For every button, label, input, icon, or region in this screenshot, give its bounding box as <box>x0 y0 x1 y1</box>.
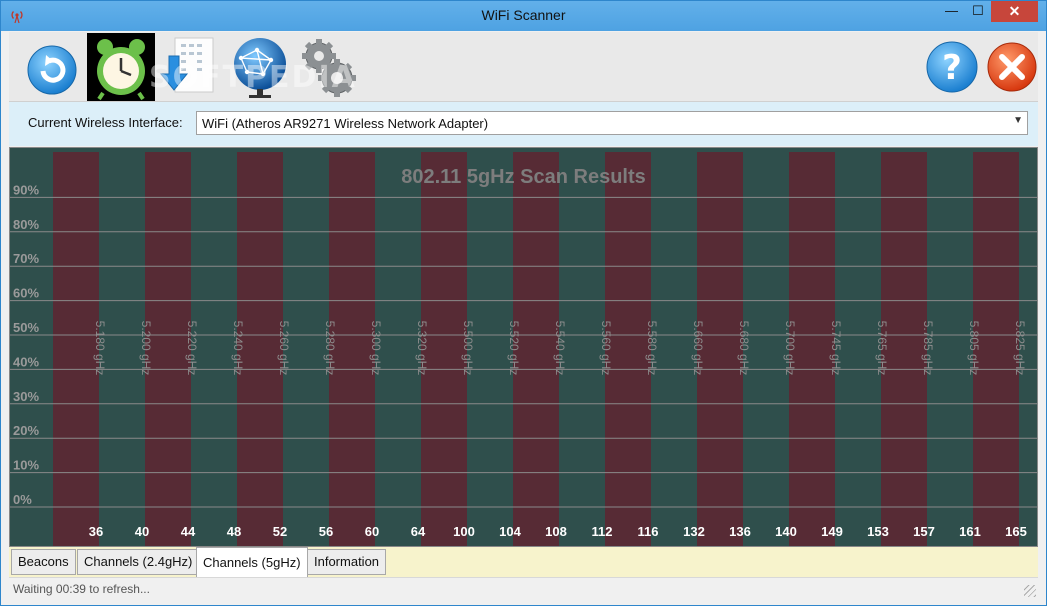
interface-label: Current Wireless Interface: <box>28 115 183 130</box>
tab-information[interactable]: Information <box>307 549 387 575</box>
interface-selected-value: WiFi (Atheros AR9271 Wireless Network Ad… <box>202 116 489 131</box>
frequency-label: 5.805 gHz <box>967 321 981 376</box>
channel-label: 48 <box>227 524 241 539</box>
channel-label: 153 <box>867 524 889 539</box>
y-tick-label: 20% <box>13 423 39 438</box>
frequency-label: 5.660 gHz <box>691 321 705 376</box>
close-icon <box>987 42 1037 92</box>
y-tick-label: 0% <box>13 492 32 507</box>
channel-label: 40 <box>135 524 149 539</box>
channel-label: 165 <box>1005 524 1027 539</box>
title-bar[interactable]: WiFi Scanner — ☐ ✕ <box>1 1 1046 31</box>
frequency-label: 5.560 gHz <box>599 321 613 376</box>
status-bar: Waiting 00:39 to refresh... <box>9 577 1038 599</box>
resize-grip[interactable] <box>1024 585 1036 597</box>
channel-label: 132 <box>683 524 705 539</box>
frequency-label: 5.260 gHz <box>277 321 291 376</box>
channel-label: 44 <box>181 524 196 539</box>
alarm-clock-icon <box>97 39 145 101</box>
frequency-label: 5.300 gHz <box>369 321 383 376</box>
channel-label: 108 <box>545 524 567 539</box>
channel-label: 56 <box>319 524 333 539</box>
refresh-icon <box>27 45 77 95</box>
y-tick-label: 30% <box>13 389 39 404</box>
minimize-button[interactable]: — <box>938 1 965 22</box>
exit-button[interactable] <box>979 34 1045 100</box>
frequency-label: 5.765 gHz <box>875 321 889 376</box>
frequency-label: 5.220 gHz <box>185 321 199 376</box>
chart-svg: 0% 10% 20% 30% 40% 50% 60% 70% 80% 90% 802.11 5gHz… <box>10 148 1037 546</box>
channel-label: 52 <box>273 524 287 539</box>
y-tick-label: 40% <box>13 354 39 369</box>
tab-channels-5ghz[interactable]: Channels (5gHz) <box>196 547 308 577</box>
chart-title: 802.11 5gHz Scan Results <box>401 166 646 188</box>
interface-bar: Current Wireless Interface: WiFi (Athero… <box>9 102 1038 146</box>
channel-label: 157 <box>913 524 935 539</box>
tab-beacons[interactable]: Beacons <box>11 549 76 575</box>
svg-text:?: ? <box>942 48 962 88</box>
scan-chart: 0% 10% 20% 30% 40% 50% 60% 70% 80% 90% 802.11 5gHz… <box>9 147 1038 547</box>
channel-label: 100 <box>453 524 475 539</box>
channel-label: 161 <box>959 524 981 539</box>
help-icon: ? <box>926 41 978 93</box>
channel-label: 140 <box>775 524 797 539</box>
channel-label: 36 <box>89 524 103 539</box>
frequency-label: 5.825 gHz <box>1013 321 1027 376</box>
frequency-label: 5.200 gHz <box>139 321 153 376</box>
watermark-text: SOFTPEDIA <box>149 60 357 95</box>
frequency-label: 5.180 gHz <box>93 321 107 376</box>
channel-label: 64 <box>411 524 426 539</box>
frequency-label: 5.320 gHz <box>415 321 429 376</box>
frequency-label: 5.240 gHz <box>231 321 245 376</box>
frequency-label: 5.280 gHz <box>323 321 337 376</box>
tab-channels-24ghz[interactable]: Channels (2.4gHz) <box>77 549 200 575</box>
frequency-label: 5.785 gHz <box>921 321 935 376</box>
y-tick-label: 60% <box>13 286 39 301</box>
interface-select[interactable]: WiFi (Atheros AR9271 Wireless Network Ad… <box>196 111 1028 135</box>
tab-bar: Beacons Channels (2.4gHz) Channels (5gHz… <box>9 547 1038 577</box>
frequency-label: 5.500 gHz <box>461 321 475 376</box>
close-window-button[interactable]: ✕ <box>991 1 1038 22</box>
channel-label: 136 <box>729 524 751 539</box>
window-title: WiFi Scanner <box>481 7 566 23</box>
frequency-label: 5.700 gHz <box>783 321 797 376</box>
channel-band <box>53 152 99 546</box>
status-text: Waiting 00:39 to refresh... <box>13 582 150 596</box>
app-window: WiFi Scanner — ☐ ✕ SOFTPEDIA ? Current W… <box>0 0 1047 606</box>
channel-label: 112 <box>592 524 613 539</box>
y-tick-label: 80% <box>13 217 39 232</box>
frequency-label: 5.680 gHz <box>737 321 751 376</box>
frequency-label: 5.745 gHz <box>829 321 843 376</box>
channel-label: 149 <box>821 524 843 539</box>
refresh-button[interactable] <box>19 34 85 100</box>
channel-label: 60 <box>365 524 379 539</box>
maximize-button[interactable]: ☐ <box>965 1 991 22</box>
chevron-down-icon: ▼ <box>1013 115 1023 126</box>
y-tick-label: 90% <box>13 182 39 197</box>
toolbar: SOFTPEDIA ? <box>9 32 1038 102</box>
y-tick-label: 70% <box>13 251 39 266</box>
frequency-label: 5.580 gHz <box>645 321 659 376</box>
frequency-label: 5.520 gHz <box>507 321 521 376</box>
help-button[interactable]: ? <box>919 34 985 100</box>
channel-label: 116 <box>638 524 659 539</box>
schedule-button[interactable] <box>87 33 155 101</box>
frequency-label: 5.540 gHz <box>553 321 567 376</box>
channel-label: 104 <box>499 524 521 539</box>
y-tick-label: 50% <box>13 320 39 335</box>
y-tick-label: 10% <box>13 458 39 473</box>
